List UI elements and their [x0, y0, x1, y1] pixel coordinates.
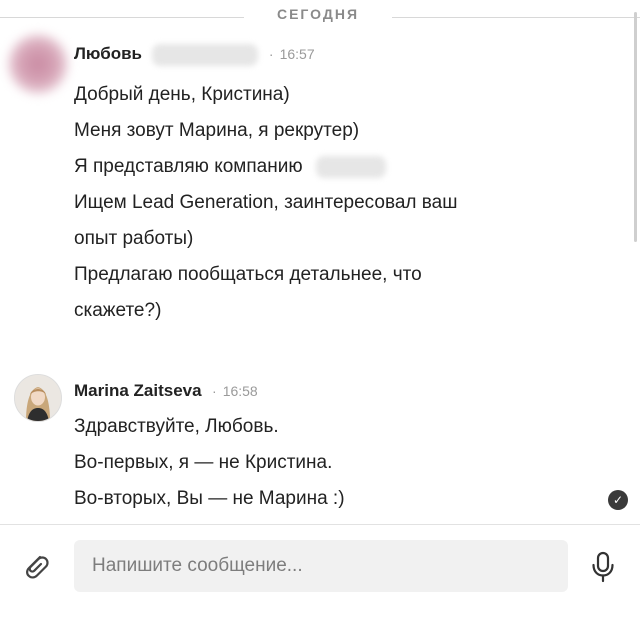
- separator-dot: ·: [268, 46, 274, 63]
- message-time: 16:57: [279, 46, 315, 63]
- message-text-line: Во-вторых, Вы — не Марина :): [74, 488, 345, 509]
- date-separator-line-left: [0, 17, 244, 18]
- message-text-line: Во-первых, я — не Кристина.: [74, 452, 333, 473]
- message-text-line: Меня зовут Марина, я рекрутер): [74, 120, 360, 141]
- message-header: Marina Zaitseva · 16:58: [74, 381, 258, 401]
- paperclip-icon: [26, 555, 49, 579]
- censored-surname: [152, 44, 259, 66]
- message-text-line: Предлагаю пообщаться детальнее, что: [74, 264, 422, 285]
- message-text-line: скажете?): [74, 300, 162, 321]
- sender-name[interactable]: Marina Zaitseva: [74, 381, 202, 400]
- avatar-photo: [15, 375, 61, 421]
- date-separator: СЕГОДНЯ: [0, 0, 640, 34]
- attach-button[interactable]: [18, 548, 54, 584]
- message-time: 16:58: [222, 383, 258, 399]
- message-text: Я представляю компанию: [74, 156, 303, 178]
- date-separator-label: СЕГОДНЯ: [276, 6, 360, 22]
- separator-dot: ·: [212, 383, 217, 399]
- check-circle-icon: ✓: [608, 490, 628, 510]
- avatar[interactable]: [8, 34, 68, 94]
- message-text-line: Добрый день, Кристина): [74, 84, 290, 105]
- voice-message-button[interactable]: [588, 550, 618, 584]
- sender-name[interactable]: Любовь: [74, 44, 142, 63]
- message-text-line: Здравствуйте, Любовь.: [74, 416, 279, 437]
- microphone-icon: [592, 551, 614, 583]
- compose-divider: [0, 524, 640, 525]
- scrollbar[interactable]: [634, 12, 637, 242]
- censored-company: [315, 156, 386, 178]
- message-input[interactable]: [74, 540, 568, 592]
- message-text-line: Ищем Lead Generation, заинтересовал ваш: [74, 192, 458, 213]
- message-header: Любовь · 16:57: [74, 44, 315, 66]
- date-separator-line-right: [392, 17, 640, 18]
- message-text-line: опыт работы): [74, 228, 194, 249]
- message-text-line: Я представляю компанию: [74, 156, 386, 178]
- avatar[interactable]: [14, 374, 62, 422]
